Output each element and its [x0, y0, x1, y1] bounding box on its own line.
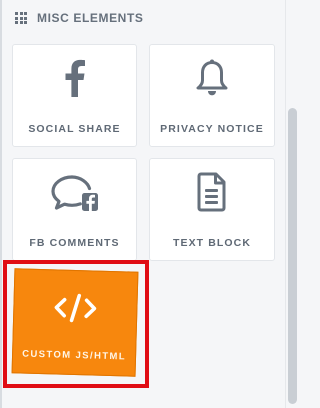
- element-label: PRIVACY NOTICE: [160, 123, 264, 135]
- privacy-notice-element[interactable]: PRIVACY NOTICE: [149, 44, 275, 147]
- selection-highlight: [3, 260, 149, 388]
- element-label: FB COMMENTS: [29, 237, 120, 249]
- panel-edge: [0, 0, 2, 408]
- document-icon: [150, 172, 274, 212]
- grid-icon: [15, 12, 27, 24]
- facebook-icon: [13, 59, 136, 97]
- comment-facebook-icon: [13, 174, 136, 214]
- element-label: SOCIAL SHARE: [28, 123, 121, 135]
- bell-icon: [150, 59, 274, 97]
- social-share-element[interactable]: SOCIAL SHARE: [12, 44, 137, 147]
- element-label: TEXT BLOCK: [172, 237, 252, 249]
- section-header: MISC ELEMENTS: [0, 0, 286, 36]
- text-block-element[interactable]: TEXT BLOCK: [149, 158, 275, 261]
- section-title: MISC ELEMENTS: [37, 11, 144, 25]
- fb-comments-element[interactable]: FB COMMENTS: [12, 158, 137, 261]
- scrollbar-thumb[interactable]: [288, 108, 297, 404]
